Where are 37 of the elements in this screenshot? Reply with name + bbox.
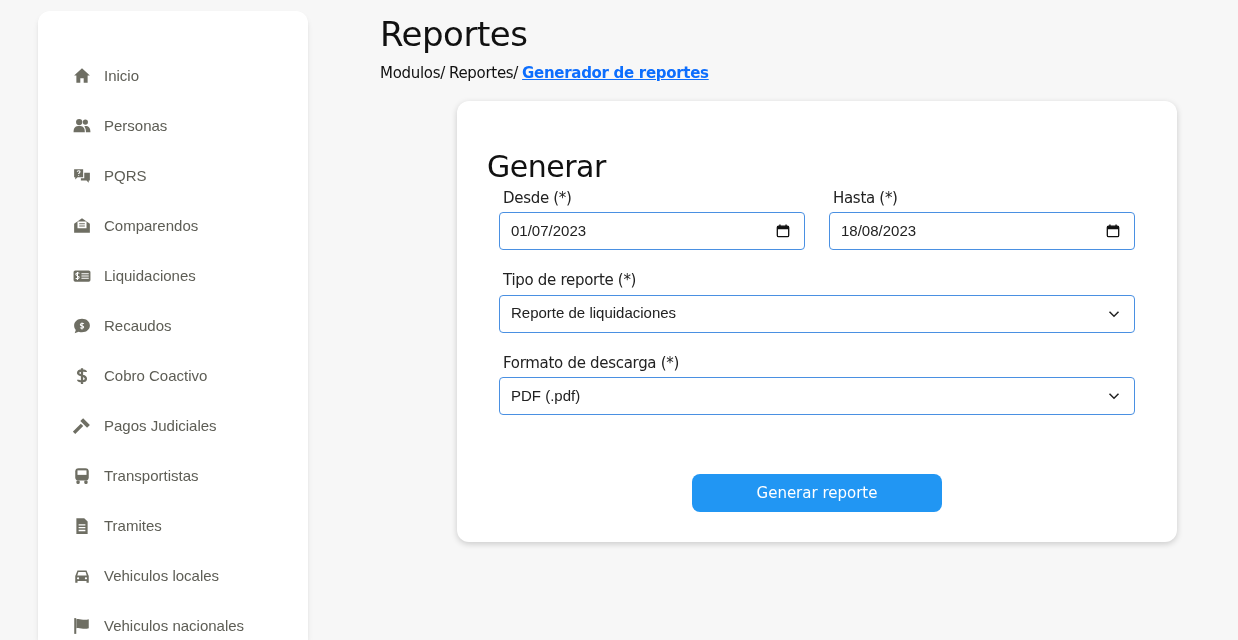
breadcrumb-item[interactable]: Modulos/ [380,62,445,85]
money-card-icon [72,267,91,285]
calendar-icon[interactable] [1106,224,1120,238]
calendar-icon[interactable] [776,224,790,238]
flag-icon [72,617,91,635]
breadcrumb-item[interactable]: Reportes/ [448,62,519,85]
gavel-icon [72,417,91,435]
envelope-icon [72,217,91,235]
date-field[interactable]: 01/07/2023 [499,212,805,250]
sidebar-item[interactable]: Tramites [72,501,308,551]
sidebar-item[interactable]: PQRS [72,151,308,201]
people-icon [72,117,91,135]
car-icon [72,567,91,585]
select-field[interactable]: Reporte de liquidaciones [499,294,1135,333]
sidebar-item[interactable]: Transportistas [72,451,308,501]
sidebar-item[interactable]: Recaudos [72,301,308,351]
field-label: Hasta (*) [833,187,899,209]
field-label: Desde (*) [503,187,573,209]
field-label: Formato de descarga (*) [503,352,680,374]
question-chat-icon [72,167,91,185]
bus-icon [72,467,91,485]
field-label: Tipo de reporte (*) [503,270,638,291]
money-bubble-icon [72,317,91,335]
sidebar-item[interactable]: Inicio [72,51,308,101]
sidebar-item[interactable]: Liquidaciones [72,251,308,301]
sidebar-item[interactable]: Cobro Coactivo [72,351,308,401]
sidebar-item[interactable]: Pagos Judiciales [72,401,308,451]
sidebar-item[interactable]: Personas [72,101,308,151]
form-title: Generar [487,148,608,185]
sidebar-item[interactable]: Vehiculos locales [72,551,308,601]
sidebar-item[interactable]: Comparendos [72,201,308,251]
select-field[interactable]: PDF (.pdf) [499,377,1135,415]
page-title: Reportes [380,13,529,56]
date-field[interactable]: 18/08/2023 [829,212,1135,250]
sidebar-item[interactable]: Vehiculos nacionales [72,601,308,640]
home-icon [72,67,91,85]
breadcrumb-link[interactable]: Generador de reportes [522,62,709,85]
